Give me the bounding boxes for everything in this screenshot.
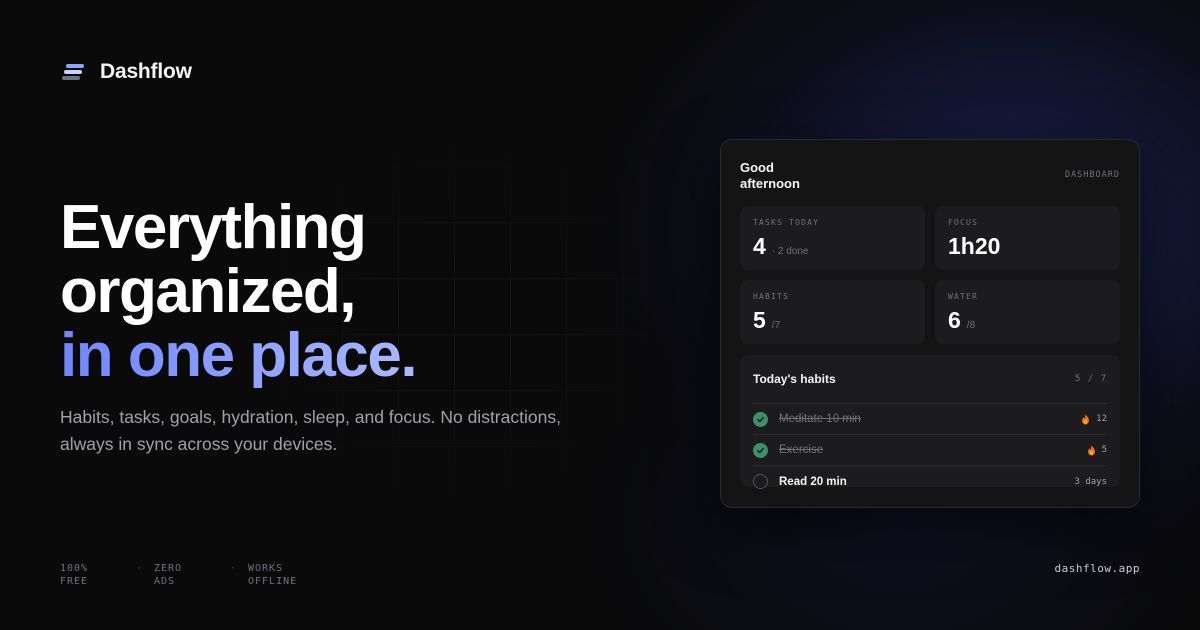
habits-panel: Today's habits 5 / 7 Meditate 10 min 12 … [740,355,1120,489]
stat-value: 5 [753,307,766,333]
check-circle-icon[interactable] [753,411,768,427]
stat-label: HABITS [753,292,790,301]
habits-count: 5 / 7 [1074,374,1107,384]
hero-subtitle: Habits, tasks, goals, hydration, sleep, … [60,407,561,454]
stat-tasks-today[interactable]: TASKS TODAY 4 · 2 done [740,206,925,270]
habit-streak: 12 [1081,414,1107,425]
habit-row[interactable]: Exercise 5 [753,435,1107,466]
feature-zero-ads: ZERO ADS [154,563,183,587]
feature-works-offline: WORKS OFFLINE [248,563,298,587]
stat-value: 6 [948,307,961,333]
habit-streak: 5 [1087,445,1107,456]
habit-row[interactable]: Meditate 10 min 12 [753,404,1107,435]
stat-focus[interactable]: FOCUS 1h20 [935,206,1120,270]
hero-headline: Everything organized, in one place. [60,193,418,390]
habit-name: Exercise [779,444,824,456]
flame-icon [1087,445,1095,455]
feature-separator: · [230,563,238,574]
logo-icon [62,62,86,82]
greeting: Good afternoon [740,160,800,191]
habit-streak: 3 days [1074,477,1107,487]
dashboard-card: Good afternoon DASHBOARD TASKS TODAY 4 ·… [720,139,1140,508]
check-circle-icon[interactable] [753,442,768,458]
habits-title: Today's habits [753,372,836,386]
habit-name: Meditate 10 min [779,413,861,425]
brand[interactable]: Dashflow [62,60,192,84]
stat-habits[interactable]: HABITS 5 /7 [740,280,925,344]
habit-meta-value: 5 [1101,445,1107,455]
feature-separator: · [136,563,144,574]
headline-line-1: Everything [60,193,367,262]
feature-free: 100% FREE [60,563,89,587]
dashboard-label: DASHBOARD [1064,170,1120,180]
stat-value: 4 [753,233,766,259]
feature-list: 100% FREE · ZERO ADS · WORKS OFFLINE [60,562,306,588]
stat-sub: · 2 done [771,246,809,257]
stats-grid: TASKS TODAY 4 · 2 done FOCUS 1h20 HABITS… [740,206,1120,344]
stat-sub: /8 [966,320,976,331]
stat-label: FOCUS [948,218,979,227]
habit-meta-value: 12 [1096,414,1107,424]
stat-label: WATER [948,292,979,301]
empty-circle-icon[interactable] [753,474,768,489]
habit-row[interactable]: Read 20 min 3 days [753,466,1107,497]
brand-name: Dashflow [100,60,192,83]
card-header: Good afternoon DASHBOARD [740,160,1120,206]
site-url[interactable]: dashflow.app [1055,562,1140,575]
stat-label: TASKS TODAY [753,218,820,227]
flame-icon [1082,414,1090,424]
stat-sub: /7 [771,320,781,331]
headline-line-2: organized, [60,257,357,326]
habit-name: Read 20 min [779,475,847,488]
stat-value: 1h20 [948,233,1001,259]
habit-meta-value: 3 days [1074,476,1107,487]
headline-line-3: in one place. [60,321,418,390]
habits-header: Today's habits 5 / 7 [753,367,1107,404]
stat-water[interactable]: WATER 6 /8 [935,280,1120,344]
